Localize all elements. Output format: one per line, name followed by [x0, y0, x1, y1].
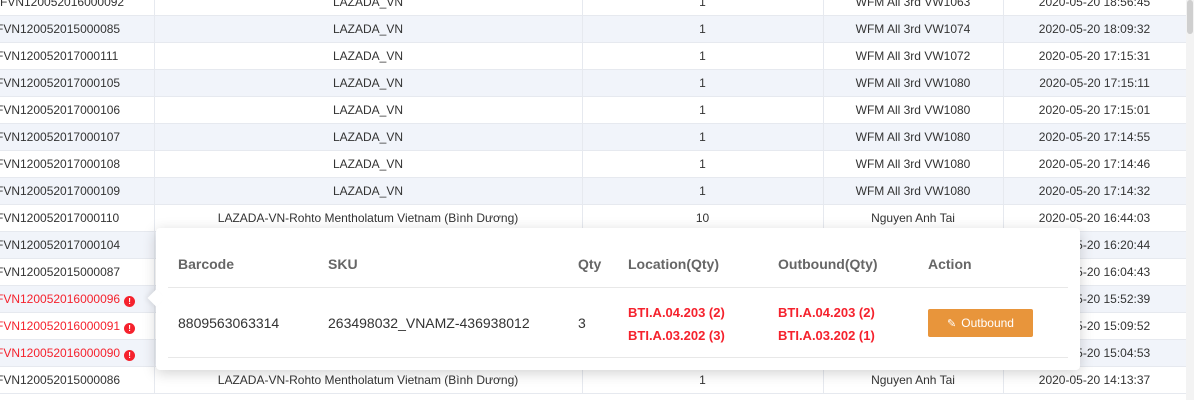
order-number-cell: FVN120052017000108: [0, 151, 150, 177]
channel-cell: LAZADA_VN: [332, 76, 404, 90]
created-time-cell: 2020-05-20 17:14:55: [1038, 130, 1151, 144]
created-time-cell: 2020-05-20 17:14:46: [1038, 157, 1151, 171]
error-badge-icon[interactable]: !: [124, 323, 136, 334]
order-number: FVN120052017000106: [0, 103, 121, 117]
item-sku: 263498032_VNAMZ-436938012: [328, 315, 530, 331]
channel-cell: LAZADA_VN: [332, 130, 404, 144]
created-time-cell: 2020-05-20 17:15:31: [1038, 49, 1151, 63]
qty-cell: 1: [699, 184, 706, 198]
header-outbound: Outbound(Qty): [778, 256, 878, 272]
qty-cell: 1: [699, 76, 706, 90]
order-number-cell: FVN120052017000105: [0, 70, 150, 96]
qty-cell: 1: [699, 373, 706, 387]
outbound-button[interactable]: ✎ Outbound: [928, 309, 1033, 337]
created-time-cell: 2020-05-20 17:15:11: [1039, 76, 1150, 90]
operator-cell: WFM All 3rd VW1080: [855, 103, 971, 117]
popover-bottom-divider: [168, 357, 1068, 358]
operator-cell: WFM All 3rd VW1080: [855, 157, 971, 171]
order-number: FVN120052015000087: [0, 265, 121, 279]
popover-header-divider: [168, 287, 1068, 288]
qty-cell: 1: [699, 0, 706, 9]
channel-cell: LAZADA_VN: [332, 0, 404, 9]
edit-icon: ✎: [947, 317, 957, 330]
table-row[interactable]: FVN120052017000109 LAZADA_VN 1 WFM All 3rd …: [0, 178, 1194, 205]
table-row[interactable]: FVN120052015000086 LAZADA-VN-Rohto Mentho…: [0, 367, 1194, 394]
order-number-cell: FVN120052015000085: [0, 16, 150, 42]
order-number: FVN120052015000086: [0, 373, 121, 387]
channel-cell: LAZADA_VN: [332, 184, 404, 198]
order-number-cell: FVN120052015000087: [0, 259, 150, 285]
error-badge-icon[interactable]: !: [124, 296, 136, 307]
item-location-1: BTI.A.04.203 (2): [628, 305, 725, 320]
sku-detail-popover: Barcode SKU Qty Location(Qty) Outbound(Q…: [147, 228, 1080, 370]
item-qty: 3: [578, 315, 586, 331]
order-number-cell: FVN120052016000090!: [0, 340, 150, 366]
header-action: Action: [928, 256, 972, 272]
qty-cell: 1: [699, 103, 706, 117]
channel-cell: LAZADA_VN: [332, 22, 404, 36]
created-time-cell: 2020-05-20 17:15:01: [1038, 103, 1151, 117]
operator-cell: WFM All 3rd VW1080: [855, 76, 971, 90]
header-barcode: Barcode: [178, 256, 235, 272]
qty-cell: 1: [699, 157, 706, 171]
table-row[interactable]: FVN120052017000108 LAZADA_VN 1 WFM All 3rd …: [0, 151, 1194, 178]
order-number-cell: FVN120052016000096!: [0, 286, 150, 312]
created-time-cell: 2020-05-20 18:09:32: [1038, 22, 1151, 36]
table-row[interactable]: FVN120052017000107 LAZADA_VN 1 WFM All 3rd …: [0, 124, 1194, 151]
outbound-button-label: Outbound: [961, 316, 1014, 330]
header-sku: SKU: [328, 256, 358, 272]
order-number[interactable]: FVN120052016000091: [0, 319, 120, 333]
operator-cell: Nguyen Anh Tai: [871, 373, 955, 387]
header-location: Location(Qty): [628, 256, 719, 272]
order-number: FVN120052017000111: [0, 49, 119, 63]
order-number[interactable]: FVN120052016000096: [0, 292, 120, 306]
order-number: FVN120052017000105: [0, 76, 121, 90]
qty-cell: 1: [699, 130, 706, 144]
operator-cell: WFM All 3rd VW1063: [855, 0, 971, 9]
item-barcode: 8809563063314: [178, 315, 280, 331]
item-location-2: BTI.A.03.202 (3): [628, 328, 725, 343]
table-row[interactable]: FVN120052015000085 LAZADA_VN 1 WFM All 3rd …: [0, 16, 1194, 43]
order-number: FVN120052017000107: [0, 130, 121, 144]
created-time-cell: 2020-05-20 14:13:37: [1038, 373, 1151, 387]
table-row[interactable]: FVN120052017000105 LAZADA_VN 1 WFM All 3rd …: [0, 70, 1194, 97]
table-row[interactable]: FVN120052016000092 LAZADA_VN 1 WFM All 3rd …: [0, 0, 1194, 16]
order-number-cell: FVN120052016000091!: [0, 313, 150, 339]
order-number: FVN120052017000110: [0, 211, 120, 225]
channel-cell: LAZADA_VN: [332, 49, 404, 63]
order-number-cell: FVN120052017000106: [0, 97, 150, 123]
order-number: FVN120052015000085: [0, 22, 121, 36]
order-number: FVN120052016000092: [0, 0, 125, 9]
item-outbound-1: BTI.A.04.203 (2): [778, 305, 875, 320]
order-number-cell: FVN120052016000092: [0, 0, 154, 15]
order-number: FVN120052017000109: [0, 184, 121, 198]
error-badge-icon[interactable]: !: [124, 350, 136, 361]
scrollbar-thumb[interactable]: [1187, 0, 1193, 34]
channel-cell: LAZADA-VN-Rohto Mentholatum Vietnam (Bìn…: [217, 373, 519, 387]
channel-cell: LAZADA_VN: [332, 103, 404, 117]
created-time-cell: 2020-05-20 17:14:32: [1038, 184, 1151, 198]
order-number-cell: FVN120052017000107: [0, 124, 150, 150]
created-time-cell: 2020-05-20 18:56:45: [1038, 0, 1151, 9]
order-number-cell: FVN120052017000109: [0, 178, 150, 204]
operator-cell: WFM All 3rd VW1074: [855, 22, 971, 36]
operator-cell: WFM All 3rd VW1072: [855, 49, 971, 63]
table-scrollbar[interactable]: [1186, 0, 1194, 400]
order-number: FVN120052017000108: [0, 157, 121, 171]
operator-cell: WFM All 3rd VW1080: [855, 130, 971, 144]
order-number-cell: FVN120052017000111: [0, 43, 150, 69]
order-number: FVN120052017000104: [0, 238, 121, 252]
order-number-cell: FVN120052017000110: [0, 205, 150, 231]
item-outbound-2: BTI.A.03.202 (1): [778, 328, 875, 343]
order-number-cell: FVN120052015000086: [0, 367, 150, 393]
order-number-cell: FVN120052017000104: [0, 232, 150, 258]
qty-cell: 1: [699, 49, 706, 63]
table-row[interactable]: FVN120052017000106 LAZADA_VN 1 WFM All 3rd …: [0, 97, 1194, 124]
channel-cell: LAZADA_VN: [332, 157, 404, 171]
qty-cell: 1: [699, 22, 706, 36]
table-row[interactable]: FVN120052017000111 LAZADA_VN 1 WFM All 3rd …: [0, 43, 1194, 70]
operator-cell: WFM All 3rd VW1080: [855, 184, 971, 198]
header-qty: Qty: [578, 256, 602, 272]
order-number[interactable]: FVN120052016000090: [0, 346, 120, 360]
